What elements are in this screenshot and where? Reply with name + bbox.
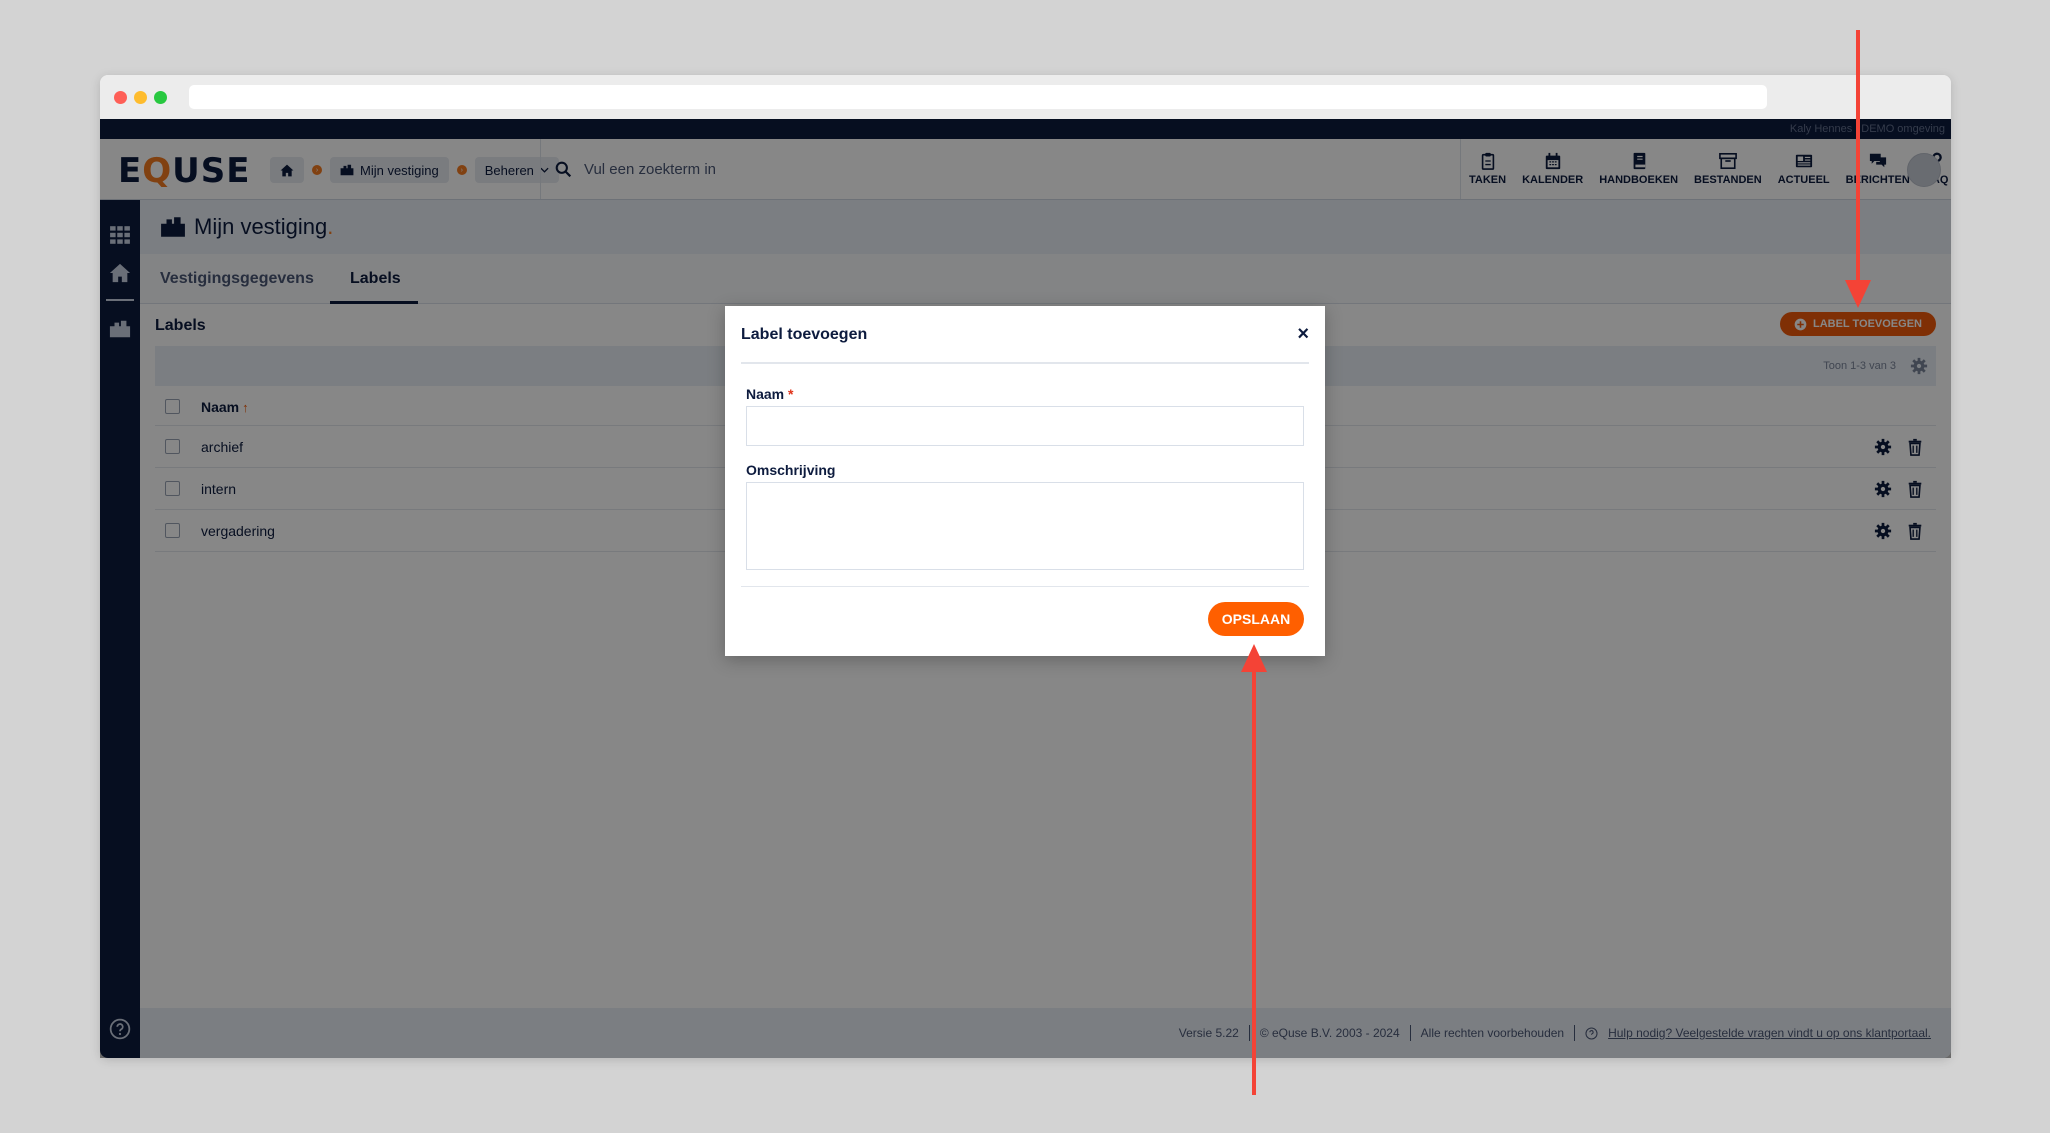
name-field[interactable] bbox=[746, 406, 1304, 446]
window-close-button[interactable] bbox=[114, 91, 127, 104]
modal-divider bbox=[741, 586, 1309, 587]
modal-divider bbox=[741, 362, 1309, 364]
description-field[interactable] bbox=[746, 482, 1304, 570]
window-maximize-button[interactable] bbox=[154, 91, 167, 104]
close-icon[interactable]: × bbox=[1297, 324, 1309, 344]
modal-title: Label toevoegen bbox=[741, 326, 868, 343]
description-field-label: Omschrijving bbox=[746, 462, 836, 478]
window-minimize-button[interactable] bbox=[134, 91, 147, 104]
add-label-modal: Label toevoegen × Naam * Omschrijving OP… bbox=[725, 306, 1325, 656]
browser-toolbar bbox=[100, 75, 1951, 119]
save-button[interactable]: OPSLAAN bbox=[1208, 602, 1304, 636]
name-field-label: Naam * bbox=[746, 386, 793, 402]
name-label-text: Naam bbox=[746, 386, 785, 402]
address-bar[interactable] bbox=[189, 85, 1767, 109]
required-mark: * bbox=[788, 386, 794, 402]
